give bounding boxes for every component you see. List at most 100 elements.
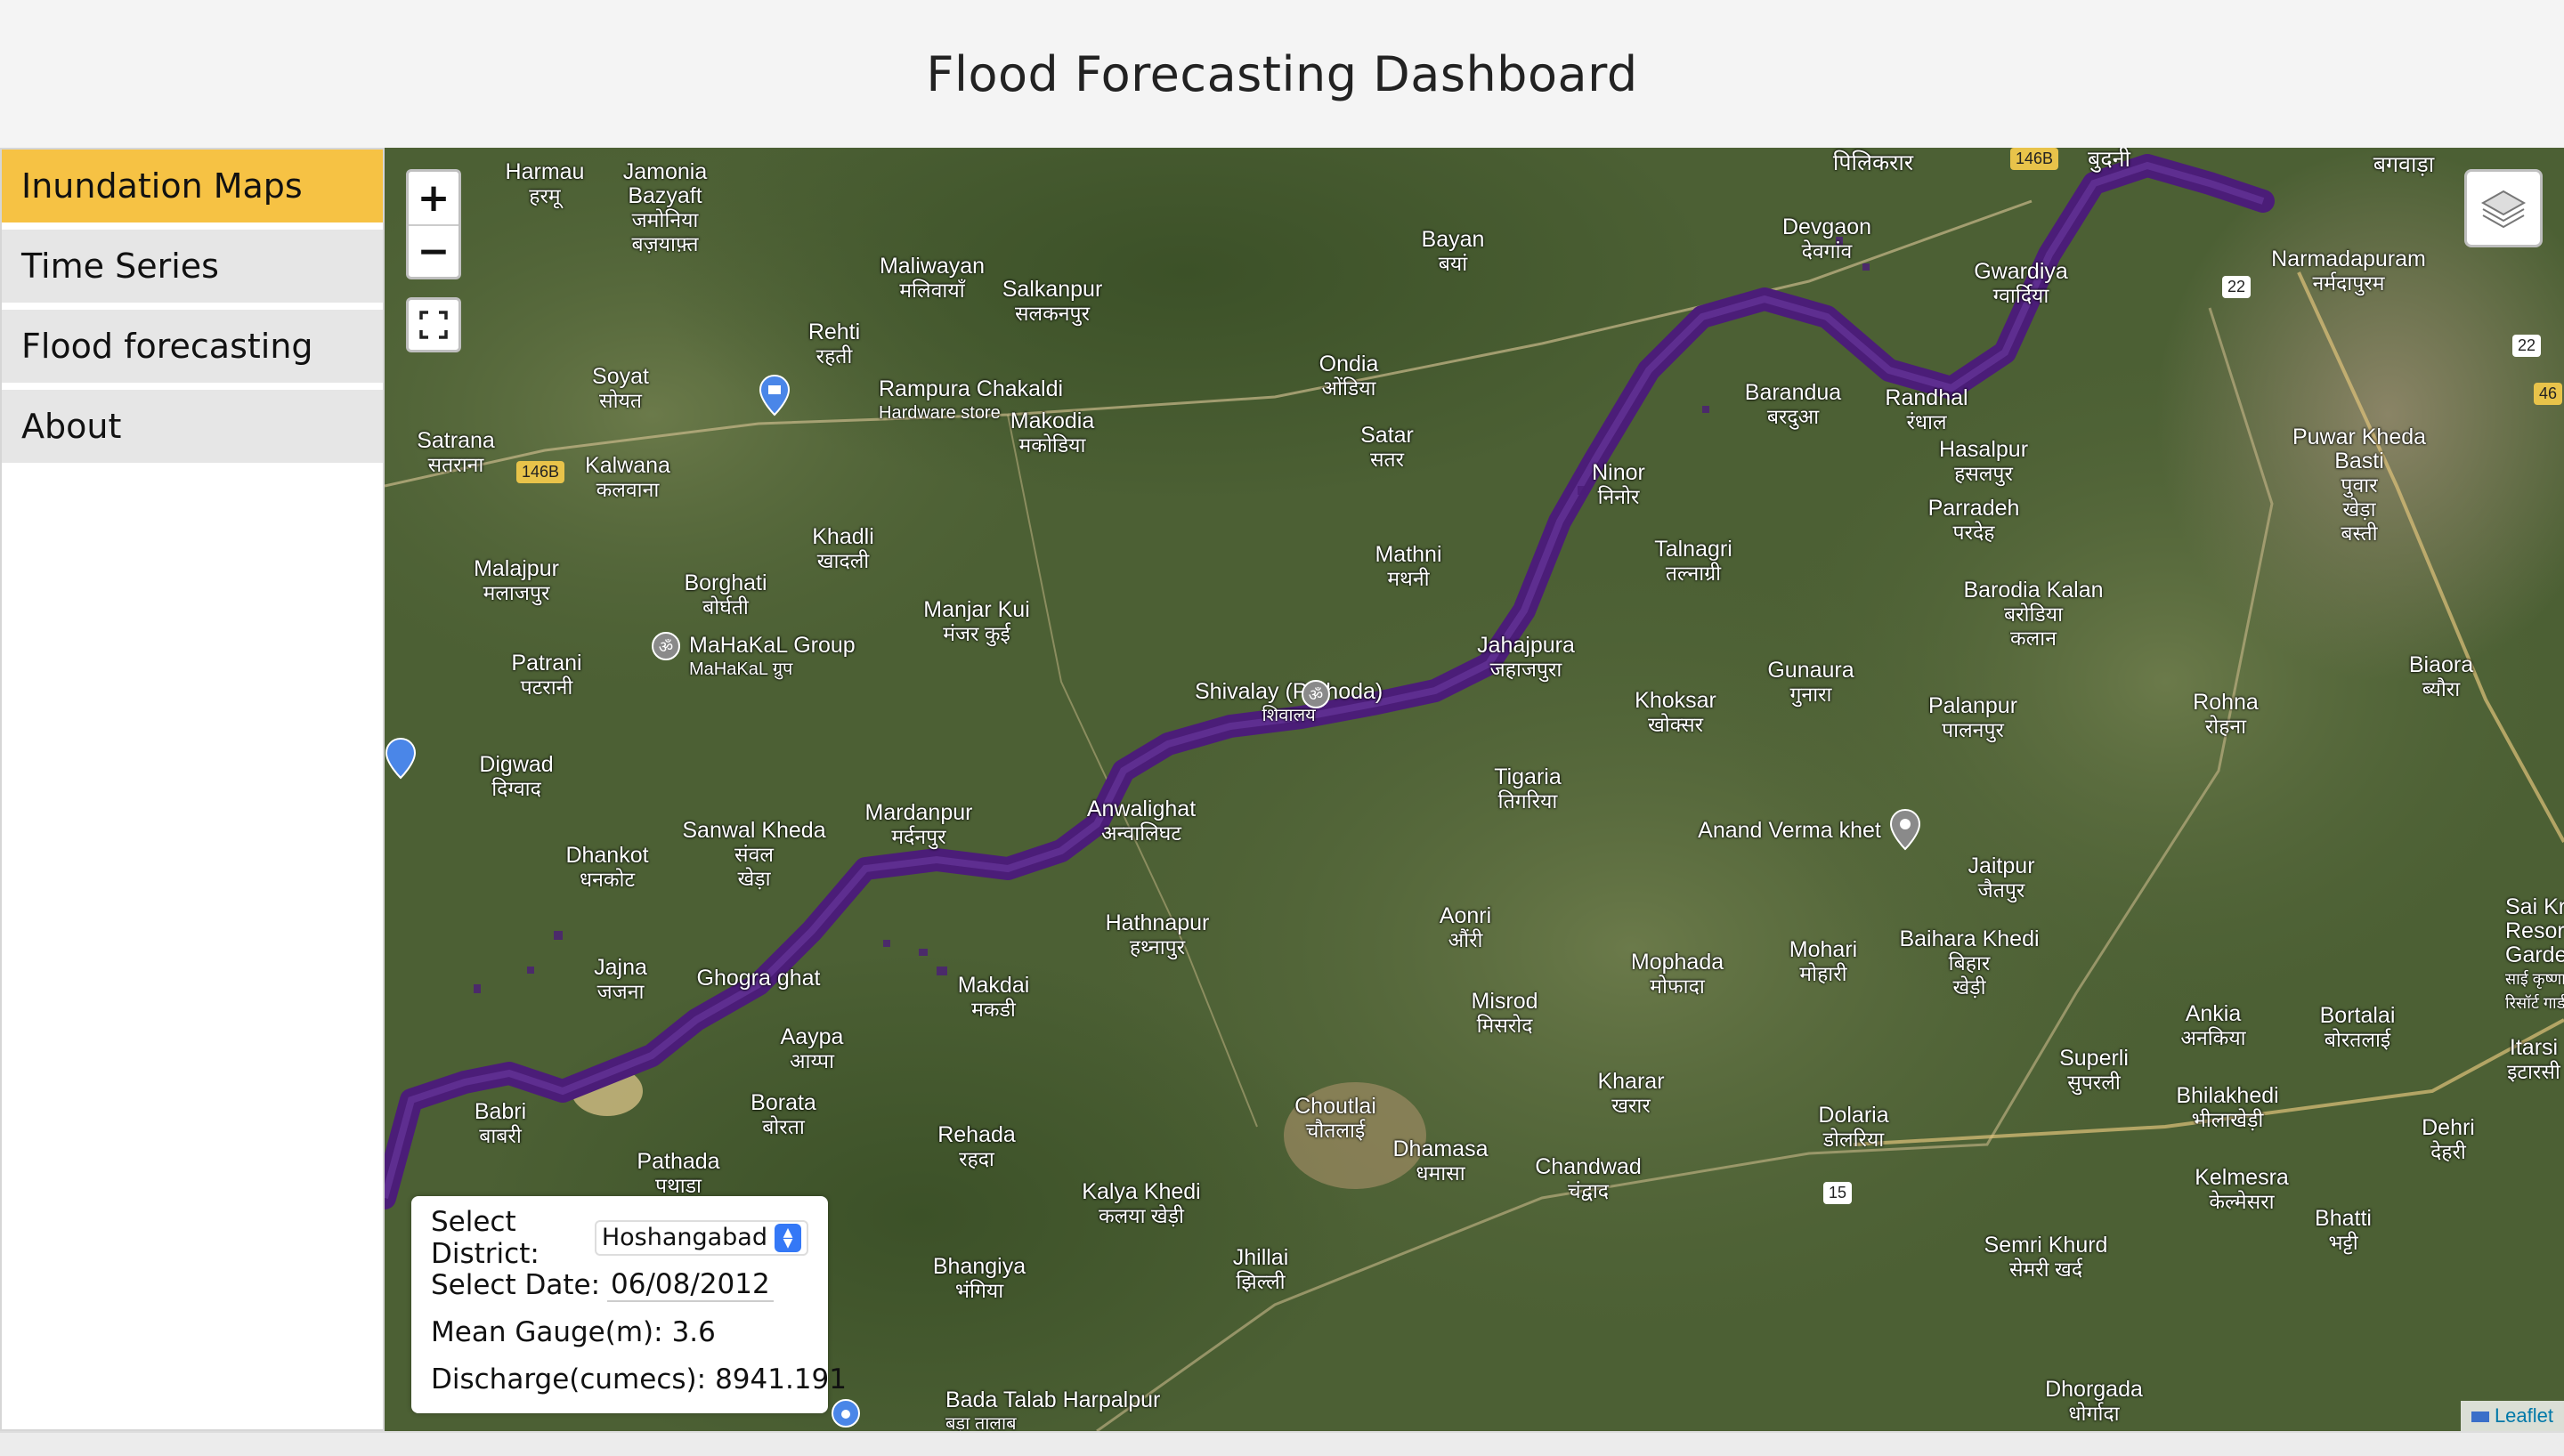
gauge-value: 3.6 bbox=[671, 1315, 716, 1348]
fullscreen-icon bbox=[419, 311, 448, 339]
discharge-value: 8941.191 bbox=[715, 1363, 847, 1395]
sidebar: Inundation Maps Time Series Flood foreca… bbox=[0, 148, 385, 1431]
map-label: Talnagri तल्नाग्री bbox=[1654, 537, 1732, 586]
map-label: Dhankot धनकोट bbox=[565, 843, 649, 892]
location-pin-icon[interactable] bbox=[1889, 808, 1921, 851]
map-label: Itarsi इटारसी bbox=[2507, 1035, 2560, 1084]
map-label: Jaitpur जैतपुर bbox=[1968, 853, 2035, 902]
map-label: Biaora ब्यौरा bbox=[2408, 652, 2474, 701]
map-label: Jhillai झिल्ली bbox=[1232, 1245, 1289, 1294]
map-label: Patrani पटरानी bbox=[511, 651, 582, 700]
map-label: Misrod मिसरोद bbox=[1471, 989, 1538, 1038]
map-label: Mardanpur मर्दनपुर bbox=[864, 800, 973, 849]
map-label: Dhamasa धमासा bbox=[1392, 1136, 1489, 1185]
fullscreen-button[interactable] bbox=[406, 297, 461, 352]
flag-icon bbox=[2471, 1412, 2489, 1423]
zoom-out-button[interactable]: − bbox=[409, 224, 458, 277]
district-label: Select District: bbox=[431, 1205, 540, 1270]
map-label: Parradeh परदेह bbox=[1927, 496, 2020, 545]
shop-pin-icon[interactable] bbox=[385, 737, 417, 780]
map-label: Mathni मथनी bbox=[1375, 542, 1442, 591]
layers-icon bbox=[2480, 190, 2527, 229]
district-select[interactable]: Hoshangabad ▲ ▼ bbox=[594, 1219, 808, 1256]
temple-pin-icon[interactable]: ॐ bbox=[1300, 678, 1332, 721]
map-label: Jamonia Bazyaft जमोनिया बज़याफ़्त bbox=[622, 159, 708, 256]
layers-button[interactable] bbox=[2464, 169, 2543, 247]
map-label: Narmadapuram नर्मदापुरम bbox=[2271, 247, 2426, 295]
district-value: Hoshangabad bbox=[601, 1224, 767, 1251]
info-panel: Select District: Hoshangabad ▲ ▼ Select D… bbox=[411, 1196, 847, 1413]
zoom-in-button[interactable]: + bbox=[409, 172, 458, 224]
map-label: Bhilakhedi भीलाखेड़ी bbox=[2176, 1083, 2279, 1132]
map-label: Mophada मोफादा bbox=[1630, 950, 1724, 999]
map-label: Satrana सतराना bbox=[417, 428, 495, 477]
map-label: Dhorgada धोर्गादा bbox=[2045, 1377, 2143, 1426]
map-label: Aonri औंरी bbox=[1439, 903, 1492, 952]
map-label: Barandua बरदुआ bbox=[1744, 380, 1842, 429]
sidebar-item-flood-forecasting[interactable]: Flood forecasting bbox=[2, 310, 383, 383]
map-label: Jajna जजना bbox=[594, 955, 647, 1004]
map-label: Hasalpur हसलपुर bbox=[1938, 437, 2029, 486]
map-label: Ondia ओंडिया bbox=[1319, 352, 1379, 400]
road-shield: 22 bbox=[2222, 276, 2252, 298]
map-label: Ninor निनोर bbox=[1592, 460, 1645, 509]
road-shield: 146B bbox=[2010, 148, 2059, 170]
map-label: Bhangiya भंगिया bbox=[932, 1254, 1026, 1303]
map-label: Devgaon देवगांव bbox=[1781, 214, 1872, 263]
map-label: Makdai मकडी bbox=[957, 973, 1030, 1022]
road-shield: 146B bbox=[516, 461, 565, 483]
map-label: Pathada पथाडा bbox=[637, 1149, 720, 1198]
zoom-control: + − bbox=[406, 169, 461, 279]
svg-text:ॐ: ॐ bbox=[659, 638, 673, 657]
map-label: Hathnapur हथ्नापुर bbox=[1105, 910, 1210, 959]
date-input[interactable]: 06/08/2012 bbox=[607, 1268, 774, 1302]
map-label: Soyat सोयत bbox=[592, 364, 649, 413]
map-label: Maliwayan मलिवायाँ bbox=[879, 254, 986, 303]
sidebar-item-time-series[interactable]: Time Series bbox=[2, 230, 383, 303]
map-label: पिलिकरार bbox=[1832, 150, 1914, 175]
map-label: Kalwana कलवाना bbox=[585, 453, 670, 502]
discharge-label: Discharge(cumecs): bbox=[431, 1363, 707, 1395]
map-label: Borghati बोर्घती bbox=[684, 570, 767, 619]
map-label: Dehri देहरी bbox=[2422, 1115, 2475, 1164]
camera-pin-icon[interactable] bbox=[830, 1397, 862, 1429]
map-label: Bhatti भट्टी bbox=[2315, 1206, 2372, 1255]
sidebar-item-inundation-maps[interactable]: Inundation Maps bbox=[2, 150, 383, 222]
map-label: Gunaura गुनारा bbox=[1767, 658, 1854, 707]
map-label: Anand Verma khet bbox=[1698, 818, 1881, 843]
map-label: बगवाड़ा bbox=[2373, 152, 2435, 177]
svg-text:ॐ: ॐ bbox=[1309, 686, 1323, 705]
map-label: Khadli खादली bbox=[812, 524, 874, 573]
sidebar-item-label: Time Series bbox=[21, 247, 219, 286]
map-label: Salkanpur सलकनपुर bbox=[1002, 277, 1103, 326]
map-label: Dolaria डोलरिया bbox=[1818, 1103, 1889, 1152]
sidebar-item-about[interactable]: About bbox=[2, 390, 383, 463]
map-label: Satar सतर bbox=[1360, 423, 1414, 472]
attribution-link[interactable]: Leaflet bbox=[2495, 1404, 2553, 1427]
map-label: Sai Krishna Resort Gardenसाई कृष्णा रिसॉ… bbox=[2505, 894, 2564, 1013]
map-label: Rohna रोहना bbox=[2193, 690, 2259, 739]
map-label: Palanpur पालनपुर bbox=[1927, 693, 2018, 742]
footer-bar bbox=[0, 1431, 2564, 1456]
page-title: Flood Forecasting Dashboard bbox=[926, 45, 1638, 102]
map-label: Kharar खरार bbox=[1597, 1069, 1665, 1118]
road-shield: 22 bbox=[2512, 335, 2542, 357]
map-label: Shivalay (Pathoda) शिवालय bbox=[1195, 679, 1383, 726]
map-label: Bayan बयां bbox=[1421, 227, 1485, 276]
inundation-map[interactable]: Harmau हरमू Jamonia Bazyaft जमोनिया बज़याफ… bbox=[385, 148, 2564, 1431]
temple-pin-icon[interactable]: ॐ bbox=[650, 630, 682, 673]
map-label: Makodia मकोडिया bbox=[1010, 408, 1095, 457]
map-label: बुदनी bbox=[2088, 148, 2130, 172]
map-attribution[interactable]: Leaflet bbox=[2460, 1401, 2564, 1431]
map-label: Randhal रंधाल bbox=[1885, 385, 1968, 434]
store-pin-icon[interactable] bbox=[759, 374, 791, 417]
map-label: Harmau हरमू bbox=[505, 159, 585, 208]
map-label: Chandwad चंद्वाद bbox=[1535, 1154, 1642, 1203]
map-label: Bada Talab Harpalpur बड़ा तालाब bbox=[945, 1387, 1161, 1432]
map-label: Choutlai चौतलाई bbox=[1294, 1094, 1376, 1143]
map-label: Babri बाबरी bbox=[474, 1099, 527, 1148]
map-label: Sanwal Kheda संवल खेड़ा bbox=[682, 818, 826, 891]
map-label: Malajpur मलाजपुर bbox=[474, 556, 559, 605]
map-label: Rehada रहदा bbox=[937, 1122, 1016, 1171]
map-label: Superli सुपरली bbox=[2059, 1046, 2129, 1095]
